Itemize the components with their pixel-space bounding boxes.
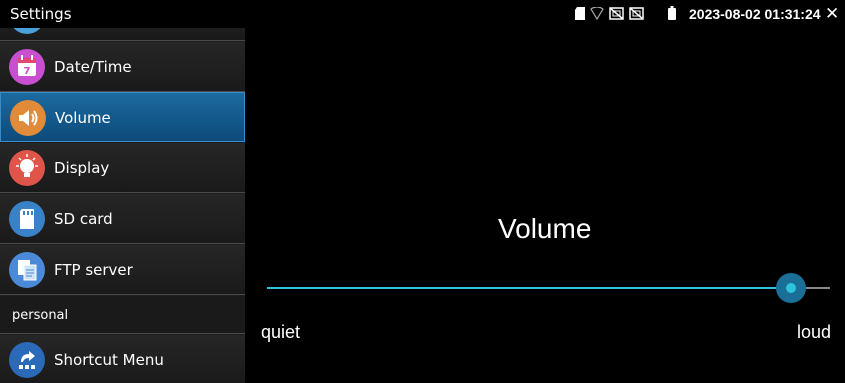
min-volume-label: quiet — [261, 322, 301, 342]
calendar-icon: 7 — [9, 49, 45, 85]
shortcut-icon — [9, 342, 45, 378]
volume-panel: Volume quiet loud — [245, 28, 845, 383]
status-bar: Settings 2023-08-02 01:31:24 ✕ — [0, 0, 845, 28]
page-title: Volume — [498, 213, 592, 244]
sidebar-item-label: FTP server — [54, 261, 133, 279]
sidebar-item-shortcut-menu[interactable]: Shortcut Menu — [0, 335, 245, 383]
section-header-personal: personal — [0, 296, 245, 334]
sidebar-item-display[interactable]: Display — [0, 143, 245, 193]
sidebar-item-label: SD card — [54, 210, 113, 228]
sidebar-item-label: Display — [54, 159, 110, 177]
close-button[interactable]: ✕ — [825, 5, 839, 23]
display-disabled-icon — [629, 5, 644, 24]
app-title: Settings — [10, 5, 72, 23]
volume-slider-fill — [267, 287, 791, 289]
volume-slider-thumb[interactable] — [776, 273, 806, 303]
wifi-icon — [590, 5, 604, 24]
settings-icon — [9, 28, 45, 34]
sidebar-item-date-time[interactable]: 7 Date/Time — [0, 42, 245, 92]
sidebar-item-label: Date/Time — [54, 58, 132, 76]
sidebar-item-ftp-server[interactable]: FTP server — [0, 245, 245, 295]
sd-card-icon — [9, 201, 45, 237]
sidebar-item-volume[interactable]: Volume — [0, 92, 245, 142]
settings-sidebar: 7 Date/Time Volume Display SD card FTP s… — [0, 28, 245, 383]
section-header-label: personal — [12, 308, 69, 323]
ftp-icon — [9, 252, 45, 288]
battery-icon — [668, 5, 676, 24]
max-volume-label: loud — [797, 322, 832, 342]
sd-card-icon — [575, 5, 585, 24]
speaker-icon — [10, 100, 46, 136]
sidebar-item-sd-card[interactable]: SD card — [0, 194, 245, 244]
sidebar-item-partial[interactable] — [0, 28, 245, 41]
status-icons — [575, 5, 676, 24]
status-datetime: 2023-08-02 01:31:24 — [689, 6, 821, 22]
sidebar-item-label: Shortcut Menu — [54, 351, 164, 369]
volume-slider-track[interactable] — [267, 287, 830, 289]
lightbulb-icon — [9, 150, 45, 186]
sidebar-item-label: Volume — [55, 109, 111, 127]
svg-text:7: 7 — [24, 66, 31, 77]
network-disabled-icon — [609, 5, 624, 24]
